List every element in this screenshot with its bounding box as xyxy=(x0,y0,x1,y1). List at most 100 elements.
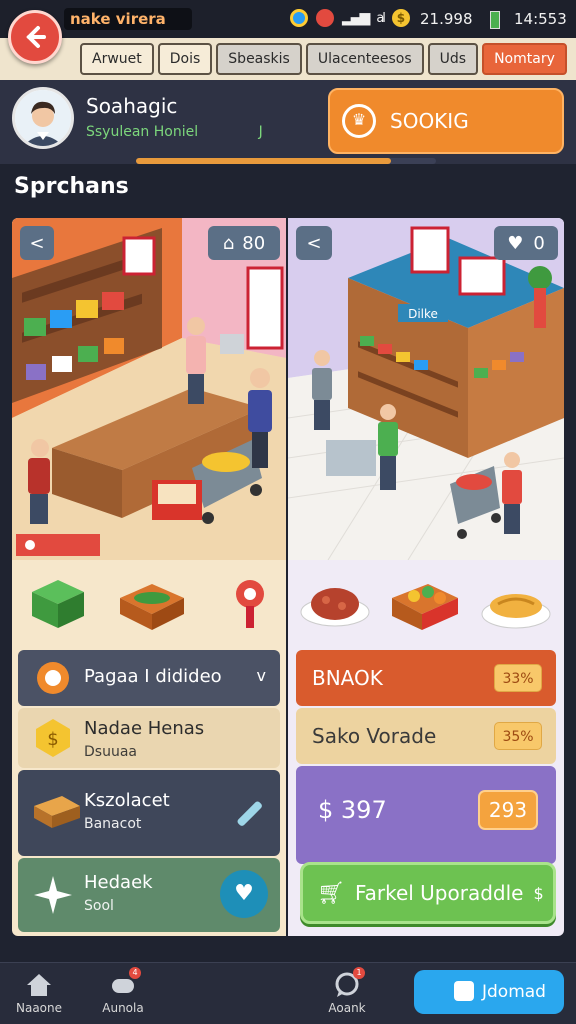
nav-badge: 1 xyxy=(353,967,365,979)
list-item-label: Nadae Henas xyxy=(84,718,205,739)
bag-icon xyxy=(454,981,474,1001)
upgrade-label: Farkel Uporaddle xyxy=(354,881,524,905)
cta-button[interactable]: Jdomad xyxy=(414,970,564,1014)
right-counter-value: 0 xyxy=(533,232,545,254)
cart-icon: 🛒︎ xyxy=(317,880,345,906)
tab-dois[interactable]: Dois xyxy=(157,43,213,75)
tab-bar: Arwuet Dois Sbeaskis Ulacenteesos Uds No… xyxy=(0,38,576,80)
list-item-label: Kszolacet xyxy=(84,790,170,811)
list-item[interactable]: Sako Vorade 35% xyxy=(296,708,556,764)
avatar[interactable] xyxy=(12,87,74,149)
red-lantern-item[interactable] xyxy=(218,570,282,634)
chevron-left-icon: < xyxy=(306,232,322,254)
total-price: $ 397 xyxy=(318,796,387,824)
nav-label: Naaone xyxy=(15,1001,62,1015)
bread-plate-item[interactable] xyxy=(478,570,554,634)
crown-icon: ♛ xyxy=(342,104,376,138)
list-item[interactable]: BNAOK 33% xyxy=(296,650,556,706)
nav-label: Aoank xyxy=(328,1001,366,1015)
network-icon: al xyxy=(376,10,385,26)
coins-value: 21.998 xyxy=(420,10,473,28)
coin-badge-icon: $ xyxy=(32,717,74,759)
signal-icon: ▂▄▆ xyxy=(342,10,370,26)
arrow-left-icon xyxy=(26,26,46,48)
profile-progress-fill xyxy=(136,158,391,164)
left-scene-back-button[interactable]: < xyxy=(20,226,54,260)
list-item-label: Sako Vorade xyxy=(312,724,437,748)
tab-sbeaskis[interactable]: Sbeaskis xyxy=(216,43,302,75)
coin-icon: $ xyxy=(391,9,410,27)
supermarket-illustration: Dilke xyxy=(288,218,564,560)
promo-label: SOOKIG xyxy=(390,109,469,133)
supermarket-scene: Dilke < ♥ 0 xyxy=(288,218,564,560)
heart-icon xyxy=(316,9,334,27)
coin-icon: $ xyxy=(533,883,544,903)
status-icons: ▂▄▆ al $ xyxy=(290,9,410,27)
bread-icon xyxy=(481,594,551,629)
tab-arwuet[interactable]: Arwuet xyxy=(80,43,154,75)
list-item[interactable]: $ Nadae Henas Dsuuaa xyxy=(18,708,280,768)
discount-badge: 33% xyxy=(494,664,542,692)
promo-button[interactable]: ♛ SOOKIG xyxy=(328,88,564,154)
player-subtitle: Ssyulean Honiel J xyxy=(86,124,263,140)
left-scene-counter[interactable]: ⌂ 80 xyxy=(208,226,280,260)
meat-plate-icon xyxy=(300,588,370,627)
chevron-left-icon: < xyxy=(29,232,45,254)
pencil-icon[interactable] xyxy=(232,796,266,830)
tag-icon: ⌂ xyxy=(222,232,235,254)
store-interior-illustration xyxy=(12,218,286,560)
shop-panel-left: < ⌂ 80 Pagaa I didideo v $ Nadae Henas D… xyxy=(12,218,286,936)
tab-nomtary[interactable]: Nomtary xyxy=(482,43,567,75)
sparkle-icon xyxy=(32,874,74,916)
list-item-label: BNAOK xyxy=(312,666,383,690)
veggie-basket-item[interactable] xyxy=(116,570,188,634)
fruit-crate-icon xyxy=(392,584,458,630)
green-crate-item[interactable] xyxy=(26,570,90,634)
battery-icon xyxy=(490,11,500,29)
price-badge[interactable]: 293 xyxy=(478,790,538,830)
lantern-icon xyxy=(236,580,264,628)
profile-progress-bar xyxy=(136,158,436,164)
player-subtitle-text: Ssyulean Honiel xyxy=(86,124,199,140)
shop-panel-right: Dilke < ♥ 0 BNAOK 33% Sako Vorade 35% $ … xyxy=(288,218,564,936)
nav-label: Aunola xyxy=(102,1001,144,1015)
nav-item-home[interactable]: Naaone xyxy=(4,971,74,1015)
app-title: nake virera xyxy=(64,8,192,30)
store-sign: Dilke xyxy=(408,307,438,321)
svg-text:$: $ xyxy=(47,729,58,750)
section-title: Sprchans xyxy=(14,174,129,199)
list-item-label: Hedaek xyxy=(84,872,153,893)
list-item-label: Pagaa I didideo xyxy=(84,666,222,687)
price-panel: $ 397 293 xyxy=(296,766,556,864)
right-scene-counter[interactable]: ♥ 0 xyxy=(494,226,558,260)
nav-item-games[interactable]: 4 Aunola xyxy=(88,967,158,1015)
heart-button-icon[interactable]: ♥ xyxy=(220,870,268,918)
list-item-sub: Sool xyxy=(84,898,114,914)
right-scene-back-button[interactable]: < xyxy=(296,226,332,260)
nav-item-chat[interactable]: 1 Aoank xyxy=(312,967,382,1015)
nav-badge: 4 xyxy=(129,967,141,979)
chevron-down-icon[interactable]: v xyxy=(257,666,266,685)
meat-plate-item[interactable] xyxy=(298,570,372,634)
back-button[interactable] xyxy=(8,10,62,64)
upgrade-button[interactable]: 🛒︎ Farkel Uporaddle $ xyxy=(300,862,556,924)
list-item[interactable]: Hedaek Sool ♥ xyxy=(18,858,280,932)
fruit-crate-item[interactable] xyxy=(388,570,462,634)
level-marker: J xyxy=(258,124,263,140)
status-bar: nake virera ▂▄▆ al $ 21.998 14:553 xyxy=(0,0,576,38)
list-item[interactable]: Pagaa I didideo v xyxy=(18,650,280,706)
tab-uds[interactable]: Uds xyxy=(427,43,479,75)
basket-icon xyxy=(120,584,184,630)
tab-ulacenteesos[interactable]: Ulacenteesos xyxy=(305,43,424,75)
heart-icon: ♥ xyxy=(507,232,524,254)
player-name: Soahagic xyxy=(86,94,178,118)
list-item[interactable]: Kszolacet Banacot xyxy=(18,770,280,856)
right-item-row xyxy=(288,560,564,640)
left-counter-value: 80 xyxy=(242,232,266,254)
store-interior-scene: < ⌂ 80 xyxy=(12,218,286,560)
cta-label: Jdomad xyxy=(482,982,546,1002)
avatar-portrait-icon xyxy=(15,90,71,146)
left-item-row xyxy=(12,560,286,640)
list-item-sub: Banacot xyxy=(84,816,142,832)
clock: 14:553 xyxy=(514,10,567,28)
